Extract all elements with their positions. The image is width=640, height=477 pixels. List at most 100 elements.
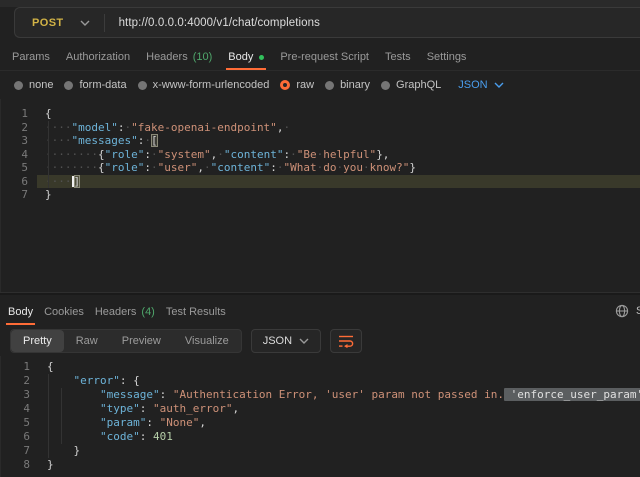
code-token: { — [133, 374, 140, 387]
body-mode-raw[interactable]: raw — [280, 79, 314, 91]
request-url-row: POST http://0.0.0.0:4000/v1/chat/complet… — [0, 7, 640, 40]
code-line[interactable]: 3 "message": "Authentication Error, 'use… — [1, 388, 640, 402]
line-number: 4 — [1, 148, 37, 162]
raw-language-select[interactable]: JSON — [458, 79, 503, 91]
view-preview[interactable]: Preview — [110, 330, 173, 352]
response-language-select[interactable]: JSON — [251, 329, 321, 353]
line-number: 2 — [1, 121, 37, 135]
indent-guide — [48, 121, 49, 188]
tab-headers[interactable]: Headers(10) — [146, 40, 212, 70]
code-token: "fake-openai-endpoint" — [131, 121, 277, 134]
code-token: · — [283, 121, 290, 134]
code-line[interactable]: 5 "param": "None", — [1, 416, 640, 430]
response-body-editor[interactable]: 1{2 "error": {3 "message": "Authenticati… — [0, 356, 640, 477]
code-text: ········{"role":·"system",·"content":·"B… — [37, 148, 640, 162]
response-tab-cookies[interactable]: Cookies — [44, 295, 84, 325]
code-token: { — [98, 148, 105, 161]
response-tab-test-results[interactable]: Test Results — [166, 295, 226, 325]
code-token: "auth_error" — [153, 402, 232, 415]
line-number: 4 — [1, 402, 39, 416]
code-token: "role" — [105, 161, 145, 174]
tab-params[interactable]: Params — [12, 40, 50, 70]
code-token — [47, 430, 100, 443]
code-token: "error" — [74, 374, 120, 387]
response-view-switcher: Pretty Raw Preview Visualize — [10, 329, 242, 353]
code-line[interactable]: 7} — [1, 188, 640, 202]
line-number: 7 — [1, 188, 37, 202]
code-text: ····] — [37, 175, 640, 189]
code-line[interactable]: 6 "code": 401 — [1, 430, 640, 444]
code-token: { — [45, 107, 52, 120]
line-number: 1 — [1, 360, 39, 374]
code-token: · — [151, 161, 158, 174]
code-token: : — [144, 161, 151, 174]
globe-icon[interactable] — [615, 304, 629, 318]
code-token — [166, 388, 173, 401]
method-selector[interactable]: POST — [15, 8, 104, 37]
code-token: "Authentication Error, 'user' param not … — [173, 388, 504, 401]
code-token: "content" — [224, 148, 284, 161]
method-label: POST — [32, 17, 64, 29]
tab-authorization[interactable]: Authorization — [66, 40, 130, 70]
response-header-right: S — [615, 295, 640, 325]
tab-tests[interactable]: Tests — [385, 40, 411, 70]
code-token: "message" — [100, 388, 160, 401]
code-line[interactable]: 7 } — [1, 444, 640, 458]
code-token: 401 — [153, 430, 173, 443]
response-tab-body[interactable]: Body — [8, 295, 33, 325]
code-text: { — [39, 360, 640, 374]
code-token: · — [204, 161, 211, 174]
radio-icon — [381, 81, 390, 90]
line-number: 5 — [1, 416, 39, 430]
code-token: "messages" — [72, 134, 138, 147]
chevron-down-icon — [299, 338, 309, 344]
request-url-bar: POST http://0.0.0.0:4000/v1/chat/complet… — [14, 7, 640, 38]
code-line[interactable]: 6····] — [1, 175, 640, 189]
code-token: "model" — [72, 121, 118, 134]
response-toolbar: Pretty Raw Preview Visualize JSON — [0, 325, 640, 356]
code-line[interactable]: 2 "error": { — [1, 374, 640, 388]
code-token: "content" — [211, 161, 271, 174]
body-mode-none[interactable]: none — [14, 79, 53, 91]
view-pretty[interactable]: Pretty — [11, 330, 64, 352]
code-token: }, — [376, 148, 389, 161]
code-token: know?" — [370, 161, 410, 174]
code-line[interactable]: 1{ — [1, 107, 640, 121]
body-mode-x-www-form-urlencoded[interactable]: x-www-form-urlencoded — [138, 79, 270, 91]
url-input[interactable]: http://0.0.0.0:4000/v1/chat/completions — [105, 17, 320, 29]
code-line[interactable]: 5········{"role":·"user",·"content":·"Wh… — [1, 161, 640, 175]
code-text: ········{"role":·"user",·"content":·"Wha… — [37, 161, 640, 175]
body-mode-binary[interactable]: binary — [325, 79, 370, 91]
line-number: 1 — [1, 107, 37, 121]
line-number: 6 — [1, 430, 39, 444]
tab-pre-request-script[interactable]: Pre-request Script — [280, 40, 369, 70]
code-text: "error": { — [39, 374, 640, 388]
code-token: "type" — [100, 402, 140, 415]
code-line[interactable]: 8} — [1, 458, 640, 472]
request-body-editor[interactable]: 1{2····"model":·"fake-openai-endpoint",·… — [0, 99, 640, 292]
response-tab-headers[interactable]: Headers(4) — [95, 295, 155, 325]
tab-body[interactable]: Body — [228, 40, 264, 70]
code-line[interactable]: 4 "type": "auth_error", — [1, 402, 640, 416]
code-line[interactable]: 1{ — [1, 360, 640, 374]
wrap-text-button[interactable] — [330, 329, 362, 353]
body-mode-graphql[interactable]: GraphQL — [381, 79, 441, 91]
response-header-spacer — [237, 295, 604, 325]
code-text: "param": "None", — [39, 416, 640, 430]
code-token: [ — [151, 134, 158, 147]
view-visualize[interactable]: Visualize — [173, 330, 241, 352]
code-line[interactable]: 2····"model":·"fake-openai-endpoint",· — [1, 121, 640, 135]
line-number: 3 — [1, 388, 39, 402]
code-token: "Be — [297, 148, 317, 161]
code-token: ········ — [45, 161, 98, 174]
radio-icon-selected — [280, 80, 290, 90]
body-mode-form-data[interactable]: form-data — [64, 79, 126, 91]
code-line[interactable]: 4········{"role":·"system",·"content":·"… — [1, 148, 640, 162]
view-raw[interactable]: Raw — [64, 330, 110, 352]
code-token: , — [197, 161, 204, 174]
headers-count: (10) — [193, 51, 213, 63]
code-token: · — [363, 161, 370, 174]
code-line[interactable]: 3····"messages":·[ — [1, 134, 640, 148]
code-token: you — [343, 161, 363, 174]
tab-settings[interactable]: Settings — [427, 40, 467, 70]
